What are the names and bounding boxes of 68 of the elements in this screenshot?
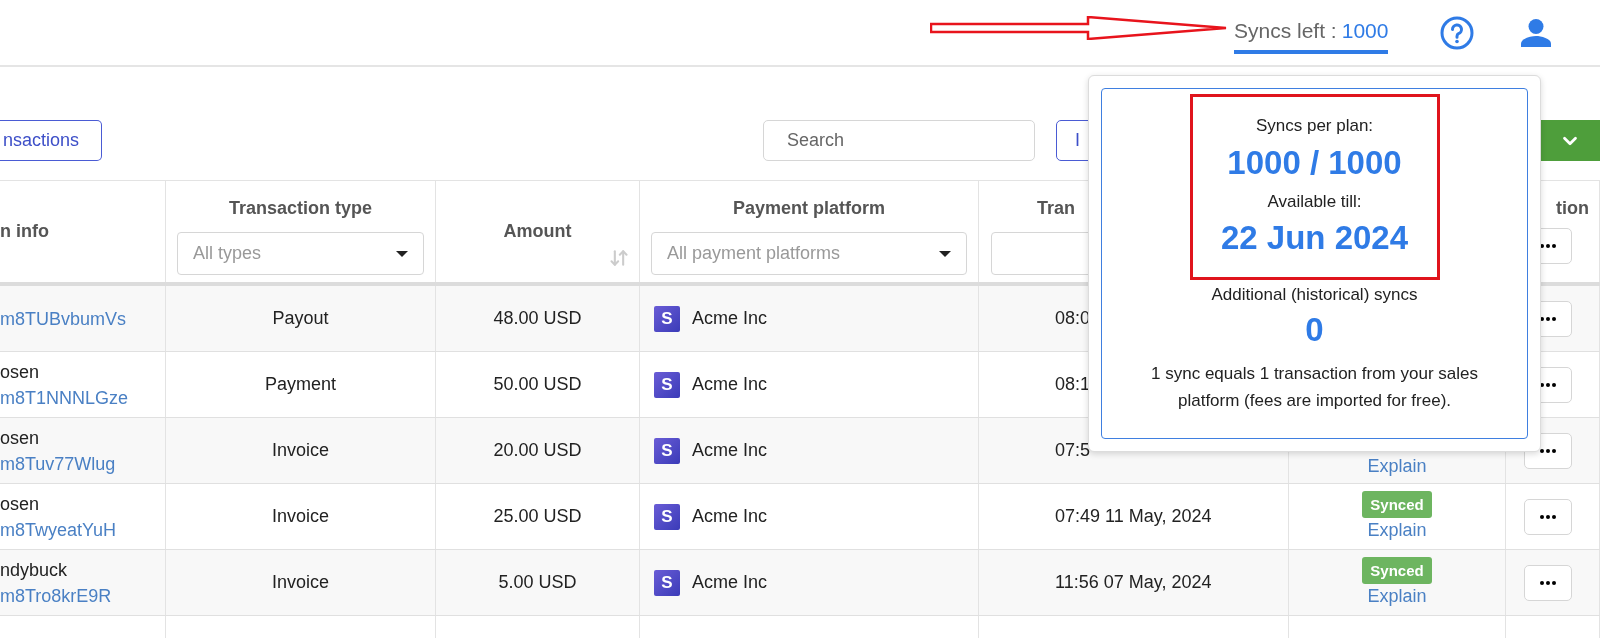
platform-logo: S <box>654 305 680 332</box>
platform-logo: S <box>654 503 680 530</box>
till-label: Available till: <box>1267 190 1362 213</box>
status-badge: Synced <box>1362 491 1432 518</box>
more-icon <box>1540 580 1556 585</box>
customer-name: osen <box>0 492 41 516</box>
transaction-id-link[interactable]: m8Tuv77Wlug <box>0 450 165 477</box>
platform-name: Acme Inc <box>692 307 768 330</box>
platform-logo: S <box>654 569 680 596</box>
column-header: Payment platform <box>732 197 885 220</box>
amount: 48.00 USD <box>493 307 582 330</box>
transaction-type: Invoice <box>271 571 329 594</box>
transaction-type: Invoice <box>271 439 329 462</box>
platform-name: Acme Inc <box>692 505 768 528</box>
amount: 5.00 USD <box>498 571 577 594</box>
filter-dropdown[interactable]: All types <box>177 232 424 275</box>
customer-name: osen <box>0 360 41 384</box>
more-icon <box>1540 448 1556 453</box>
transaction-id-link[interactable]: m8T1NNNLGze <box>0 384 165 411</box>
amount: 20.00 USD <box>493 439 582 462</box>
transactions-button[interactable]: nsactions <box>0 120 102 161</box>
amount: 50.00 USD <box>493 373 582 396</box>
caret-icon <box>939 250 951 257</box>
plan-label: Syncs per plan: <box>1255 115 1374 137</box>
customer-name: ndybuck <box>0 558 69 582</box>
filter-dropdown[interactable]: All payment platforms <box>651 232 967 275</box>
transaction-date: 07:49 11 May, 2024 <box>1055 505 1212 528</box>
extra-label: Additional (historical) syncs <box>1211 284 1418 306</box>
transaction-date: 08:1 <box>1055 373 1091 396</box>
amount: 25.00 USD <box>493 505 582 528</box>
customer-name: osen <box>0 426 41 450</box>
more-icon <box>1540 316 1556 321</box>
transaction-date: 11:56 07 May, 2024 <box>1055 571 1212 594</box>
explain-link[interactable]: Explain <box>1367 454 1427 478</box>
transaction-type: Payment <box>264 373 336 396</box>
plan-count: 1000 / 1000 <box>1227 142 1402 183</box>
extra-count: 0 <box>1305 309 1324 350</box>
transaction-date: 07:5 <box>1055 439 1091 462</box>
more-icon <box>1540 514 1556 519</box>
transaction-id-link[interactable]: m8TUBvbumVs <box>0 305 165 332</box>
column-header: Amount <box>503 220 572 243</box>
explain-link[interactable]: Explain <box>1367 518 1427 542</box>
column-header: Transaction type <box>228 197 372 220</box>
more-button[interactable] <box>1524 564 1572 601</box>
transaction-id-link[interactable]: m8Tro8krE9R <box>0 582 165 609</box>
transaction-id-link[interactable]: m8TwyeatYuH <box>0 516 165 543</box>
transaction-type: Invoice <box>271 505 329 528</box>
caret-icon <box>396 250 408 257</box>
sync-note: 1 sync equals 1 transaction from your sales platform (fees are imported for free). <box>1150 362 1479 412</box>
syncs-left-indicator[interactable]: Syncs left : 1000 <box>1234 14 1389 55</box>
platform-name: Acme Inc <box>692 571 768 594</box>
column-header: tion <box>1556 197 1590 220</box>
till-date: 22 Jun 2024 <box>1220 218 1409 258</box>
user-icon[interactable] <box>1521 18 1552 47</box>
column-header: n info <box>0 220 50 243</box>
platform-logo: S <box>654 437 680 464</box>
more-button[interactable] <box>1524 498 1572 535</box>
explain-link[interactable]: Explain <box>1367 584 1427 608</box>
dropdown-button[interactable] <box>1540 120 1600 161</box>
more-icon <box>1540 382 1556 387</box>
help-icon[interactable] <box>1440 15 1475 50</box>
transaction-type: Payout <box>272 307 329 330</box>
search-field[interactable]: Search <box>763 120 1035 161</box>
more-icon <box>1540 244 1556 248</box>
platform-name: Acme Inc <box>692 439 768 462</box>
platform-logo: S <box>654 371 680 398</box>
platform-name: Acme Inc <box>692 373 768 396</box>
status-badge: Synced <box>1362 557 1432 584</box>
